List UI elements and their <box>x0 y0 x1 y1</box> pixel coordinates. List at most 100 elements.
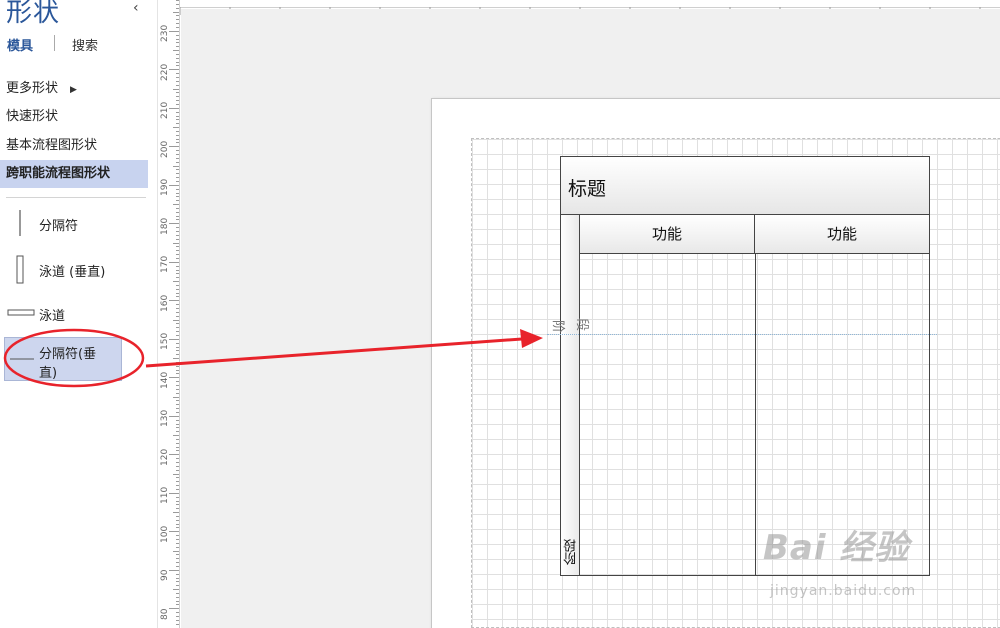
ruler-tick <box>176 385 179 386</box>
ruler-tick <box>169 261 179 263</box>
ruler-tick <box>176 619 179 621</box>
ruler-label: 160 <box>160 294 170 312</box>
ruler-tick <box>176 257 179 259</box>
ruler-tick <box>176 327 179 329</box>
ruler-tick <box>173 281 179 283</box>
ruler-tick <box>176 177 179 179</box>
ruler-tick <box>176 450 179 452</box>
ruler-tick <box>176 469 179 471</box>
ruler-tick <box>176 84 179 86</box>
shape-swimlane[interactable]: 泳道 <box>0 296 150 334</box>
ruler-tick <box>176 34 179 36</box>
lane-header-1[interactable]: 功能 <box>580 215 755 254</box>
menu-quick-shapes[interactable]: 快速形状 <box>0 103 148 131</box>
shape-separator-vertical[interactable]: 分隔符(垂 直) <box>4 337 122 381</box>
ruler-tick <box>176 219 179 221</box>
shape-separator-vertical-label-1: 分隔符(垂 <box>39 347 97 362</box>
ruler-tick <box>176 180 179 182</box>
ruler-tick <box>176 246 179 248</box>
ruler-tick <box>176 411 179 413</box>
ruler-tick <box>176 154 179 155</box>
ruler-tick <box>176 500 179 502</box>
vertical-ruler: 230 220 210 200 190 180 170 160 150 140 130 120 110 1… <box>158 0 180 628</box>
shape-swimlane-vertical-label: 泳道 (垂直) <box>39 265 106 280</box>
ruler-tick <box>176 373 179 375</box>
tab-stencils[interactable]: 模具 <box>7 35 33 54</box>
ruler-tick <box>176 565 179 567</box>
ruler-tick <box>176 477 179 479</box>
ruler-label: 180 <box>160 217 170 235</box>
ruler-label: 130 <box>160 409 170 427</box>
tab-search[interactable]: 搜索 <box>72 35 98 54</box>
ruler-tick <box>176 508 179 510</box>
ruler-tick <box>176 288 179 290</box>
horizontal-ruler <box>179 0 1000 15</box>
ruler-tick <box>176 250 179 252</box>
ruler-tick <box>176 350 179 352</box>
ruler-label: 230 <box>160 24 170 42</box>
ruler-tick <box>169 107 179 109</box>
shape-separator[interactable]: 分隔符 <box>0 205 150 243</box>
flowchart-title[interactable]: 标题 <box>568 174 606 201</box>
ruler-tick <box>176 438 179 440</box>
ruler-tick <box>176 134 179 136</box>
ruler-tick <box>176 169 179 171</box>
cross-functional-flowchart[interactable]: 标题 功能 功能 阶段 <box>560 156 930 576</box>
ruler-tick <box>173 396 179 398</box>
ruler-tick <box>176 400 179 402</box>
menu-cross-functional[interactable]: 跨职能流程图形状 <box>0 160 148 188</box>
ruler-tick <box>176 311 179 313</box>
ruler-tick <box>176 188 179 190</box>
ruler-tick <box>176 42 179 44</box>
ruler-tick <box>173 165 179 167</box>
ruler-tick <box>173 319 179 321</box>
ruler-tick <box>176 234 179 236</box>
ruler-label: 200 <box>160 140 170 158</box>
ruler-tick <box>176 61 179 63</box>
shapes-panel: 形状 ‹ 模具 搜索 更多形状 ▶ 快速形状 基本流程图形状 跨职能流程图形状 分… <box>0 0 158 628</box>
ruler-tick <box>176 119 179 121</box>
shape-swimlane-vertical[interactable]: 泳道 (垂直) <box>0 251 150 289</box>
ruler-tick <box>176 23 179 25</box>
ruler-tick <box>169 377 179 379</box>
ruler-tick <box>176 442 179 444</box>
ruler-tick <box>176 227 179 229</box>
ruler-tick <box>169 338 179 340</box>
ruler-tick <box>176 354 179 356</box>
ruler-tick <box>176 211 179 213</box>
menu-basic-flowchart[interactable]: 基本流程图形状 <box>0 132 148 160</box>
ruler-tick <box>176 73 179 75</box>
ruler-tick <box>169 69 179 71</box>
ruler-tick <box>173 204 179 206</box>
panel-divider <box>6 197 146 198</box>
ruler-label: 210 <box>160 101 170 119</box>
collapse-panel-icon[interactable]: ‹ <box>133 0 139 16</box>
ruler-tick <box>176 523 179 525</box>
ruler-tick <box>176 361 179 363</box>
ruler-tick <box>173 550 179 552</box>
ruler-tick <box>173 512 179 514</box>
menu-more-shapes[interactable]: 更多形状 ▶ <box>0 75 148 103</box>
ruler-label: 100 <box>160 525 170 543</box>
ruler-tick <box>169 454 179 456</box>
watermark-url: jingyan.baidu.com <box>770 583 917 599</box>
phase-label[interactable]: 阶段 <box>562 539 581 565</box>
ruler-tick <box>176 542 179 544</box>
ruler-tick <box>176 515 179 517</box>
ruler-label: 90 <box>160 569 170 581</box>
ruler-tick <box>176 115 179 117</box>
ruler-tick <box>176 392 179 394</box>
ruler-tick <box>173 50 179 52</box>
ruler-tick <box>176 207 179 209</box>
ruler-tick <box>176 427 179 429</box>
ruler-tick <box>176 573 179 575</box>
ruler-tick <box>176 346 179 348</box>
ruler-tick <box>169 492 179 494</box>
ruler-tick <box>176 53 179 55</box>
lane-header-2[interactable]: 功能 <box>755 215 929 254</box>
phase-strip[interactable] <box>561 215 580 575</box>
ruler-tick <box>176 496 179 498</box>
ruler-tick <box>176 111 179 113</box>
flowchart-title-bar[interactable]: 标题 <box>561 157 929 215</box>
drawing-page[interactable]: 标题 功能 功能 阶段 阶 段 <box>431 98 1000 628</box>
